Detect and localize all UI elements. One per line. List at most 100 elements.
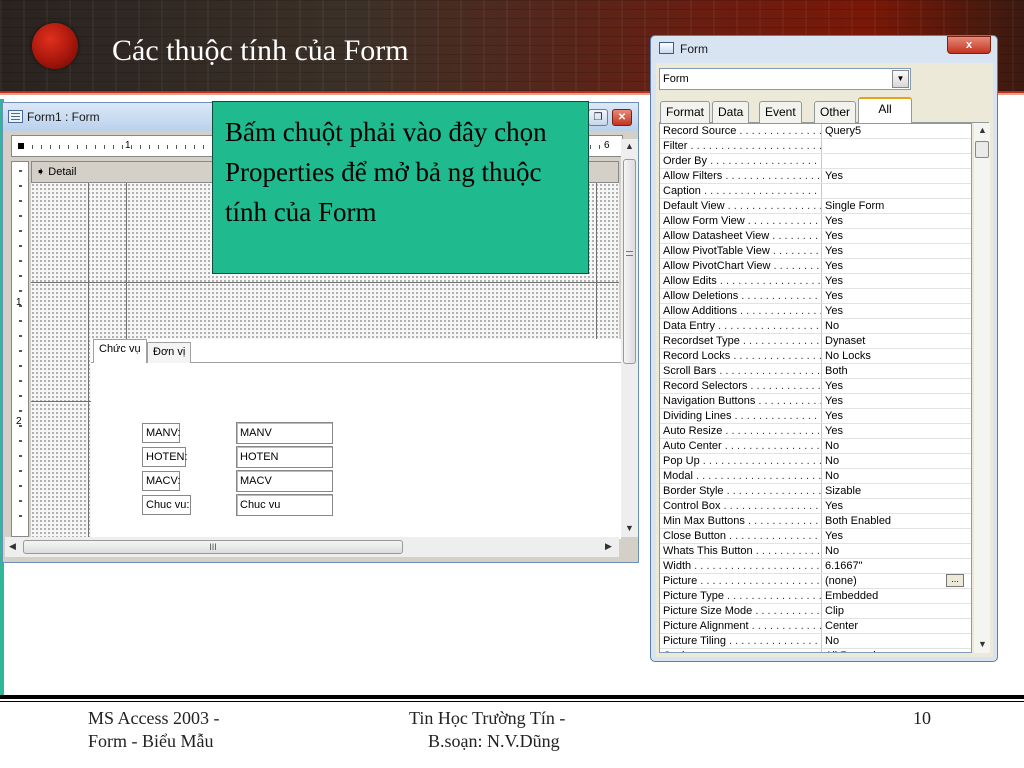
property-row[interactable]: ModalNo — [660, 469, 971, 484]
property-row[interactable]: Allow Form ViewYes — [660, 214, 971, 229]
property-value[interactable]: No — [824, 454, 942, 468]
property-row[interactable]: Width6.1667" — [660, 559, 971, 574]
property-value[interactable]: No — [824, 469, 942, 483]
chucvu-label[interactable]: Chuc vu: — [142, 495, 191, 515]
tab-page[interactable]: MANV: MANV HOTEN: HOTEN MACV: MACV Chuc … — [91, 363, 621, 539]
scroll-left-icon[interactable]: ◀ — [9, 541, 16, 552]
property-row[interactable]: Picture TilingNo — [660, 634, 971, 649]
property-row[interactable]: Scroll BarsBoth — [660, 364, 971, 379]
tab-don-vi[interactable]: Đơn vị — [147, 342, 192, 363]
property-row[interactable]: Allow Datasheet ViewYes — [660, 229, 971, 244]
property-value[interactable]: All Records — [824, 649, 942, 652]
property-row[interactable]: Border StyleSizable — [660, 484, 971, 499]
properties-scrollbar[interactable]: ▲ ▼ — [974, 123, 990, 653]
property-row[interactable]: Whats This ButtonNo — [660, 544, 971, 559]
macv-label[interactable]: MACV: — [142, 471, 180, 491]
property-row[interactable]: Allow DeletionsYes — [660, 289, 971, 304]
scroll-down-icon[interactable]: ▼ — [978, 639, 987, 649]
property-value[interactable]: Center — [824, 619, 942, 633]
form-selector-icon[interactable] — [18, 143, 24, 149]
property-value[interactable]: Dynaset — [824, 334, 942, 348]
property-row[interactable]: Auto CenterNo — [660, 439, 971, 454]
property-value[interactable]: Yes — [824, 304, 942, 318]
vertical-scrollbar[interactable]: ▲ ▼ — [621, 139, 638, 537]
property-row[interactable]: Auto ResizeYes — [660, 424, 971, 439]
manv-label[interactable]: MANV: — [142, 423, 180, 443]
property-value[interactable]: No — [824, 634, 942, 648]
property-value[interactable] — [824, 184, 942, 198]
tab-other[interactable]: Other — [814, 101, 857, 123]
property-value[interactable] — [824, 154, 942, 168]
property-value[interactable]: Yes — [824, 244, 942, 258]
property-value[interactable]: Yes — [824, 229, 942, 243]
property-value[interactable]: Yes — [824, 424, 942, 438]
scroll-thumb[interactable]: III — [23, 540, 403, 554]
property-value[interactable]: Sizable — [824, 484, 942, 498]
property-value[interactable]: Yes — [824, 259, 942, 273]
property-value[interactable] — [824, 139, 942, 153]
scroll-up-icon[interactable]: ▲ — [978, 125, 987, 135]
property-row[interactable]: Record SourceQuery5 — [660, 124, 971, 139]
tab-format[interactable]: Format — [660, 101, 711, 123]
property-row[interactable]: Picture AlignmentCenter — [660, 619, 971, 634]
properties-titlebar[interactable]: Form x — [651, 36, 997, 62]
tab-chuc-vu[interactable]: Chức vụ — [93, 339, 147, 364]
property-row[interactable]: Default ViewSingle Form — [660, 199, 971, 214]
property-row[interactable]: Filter — [660, 139, 971, 154]
property-value[interactable]: Yes — [824, 214, 942, 228]
manv-textbox[interactable]: MANV — [236, 422, 333, 444]
property-value[interactable]: No — [824, 544, 942, 558]
property-value[interactable]: Clip — [824, 604, 942, 618]
property-value[interactable]: Yes — [824, 409, 942, 423]
property-row[interactable]: Close ButtonYes — [660, 529, 971, 544]
property-row[interactable]: Pop UpNo — [660, 454, 971, 469]
restore-button[interactable]: ❐ — [588, 109, 608, 126]
property-value[interactable]: Yes — [824, 274, 942, 288]
hoten-textbox[interactable]: HOTEN — [236, 446, 333, 468]
property-value[interactable]: No — [824, 439, 942, 453]
property-row[interactable]: CycleAll Records — [660, 649, 971, 652]
macv-textbox[interactable]: MACV — [236, 470, 333, 492]
property-value[interactable]: 6.1667" — [824, 559, 942, 573]
scroll-right-icon[interactable]: ▶ — [605, 541, 612, 552]
property-row[interactable]: Navigation ButtonsYes — [660, 394, 971, 409]
property-value[interactable]: Both Enabled — [824, 514, 942, 528]
properties-close-button[interactable]: x — [947, 36, 991, 54]
scroll-down-icon[interactable]: ▼ — [625, 523, 634, 533]
property-row[interactable]: Order By — [660, 154, 971, 169]
property-value[interactable]: Both — [824, 364, 942, 378]
property-value[interactable]: No — [824, 319, 942, 333]
property-row[interactable]: Data EntryNo — [660, 319, 971, 334]
property-value[interactable]: Single Form — [824, 199, 942, 213]
object-selector[interactable]: Form ▼ — [659, 68, 911, 90]
property-row[interactable]: Allow AdditionsYes — [660, 304, 971, 319]
property-value[interactable]: Yes — [824, 394, 942, 408]
property-value[interactable]: Yes — [824, 529, 942, 543]
property-row[interactable]: Allow EditsYes — [660, 274, 971, 289]
property-value[interactable]: No Locks — [824, 349, 942, 363]
scroll-thumb[interactable] — [623, 159, 636, 364]
property-row[interactable]: Allow PivotTable ViewYes — [660, 244, 971, 259]
property-row[interactable]: Allow PivotChart ViewYes — [660, 259, 971, 274]
chevron-down-icon[interactable]: ▼ — [892, 70, 909, 88]
property-value[interactable]: Yes — [824, 289, 942, 303]
tab-data[interactable]: Data — [712, 101, 750, 123]
property-row[interactable]: Allow FiltersYes — [660, 169, 971, 184]
property-row[interactable]: Min Max ButtonsBoth Enabled — [660, 514, 971, 529]
property-row[interactable]: Record SelectorsYes — [660, 379, 971, 394]
property-row[interactable]: Recordset TypeDynaset — [660, 334, 971, 349]
property-value[interactable]: Query5 — [824, 124, 942, 138]
hoten-label[interactable]: HOTEN: — [142, 447, 188, 467]
tab-control[interactable]: Chức vụ Đơn vị MANV: MANV HOTEN: HOTEN M… — [91, 339, 621, 539]
property-value[interactable]: Embedded — [824, 589, 942, 603]
vertical-ruler[interactable]: 1 2 — [11, 161, 29, 537]
scroll-thumb[interactable] — [975, 141, 989, 158]
tab-event[interactable]: Event — [759, 101, 802, 123]
property-value[interactable]: (none) — [824, 574, 942, 588]
property-row[interactable]: Dividing LinesYes — [660, 409, 971, 424]
builder-button[interactable]: ... — [946, 574, 964, 587]
property-row[interactable]: Picture Size ModeClip — [660, 604, 971, 619]
property-list[interactable]: Record SourceQuery5FilterOrder ByAllow F… — [659, 123, 972, 653]
property-value[interactable]: Yes — [824, 499, 942, 513]
property-row[interactable]: Picture(none)... — [660, 574, 971, 589]
